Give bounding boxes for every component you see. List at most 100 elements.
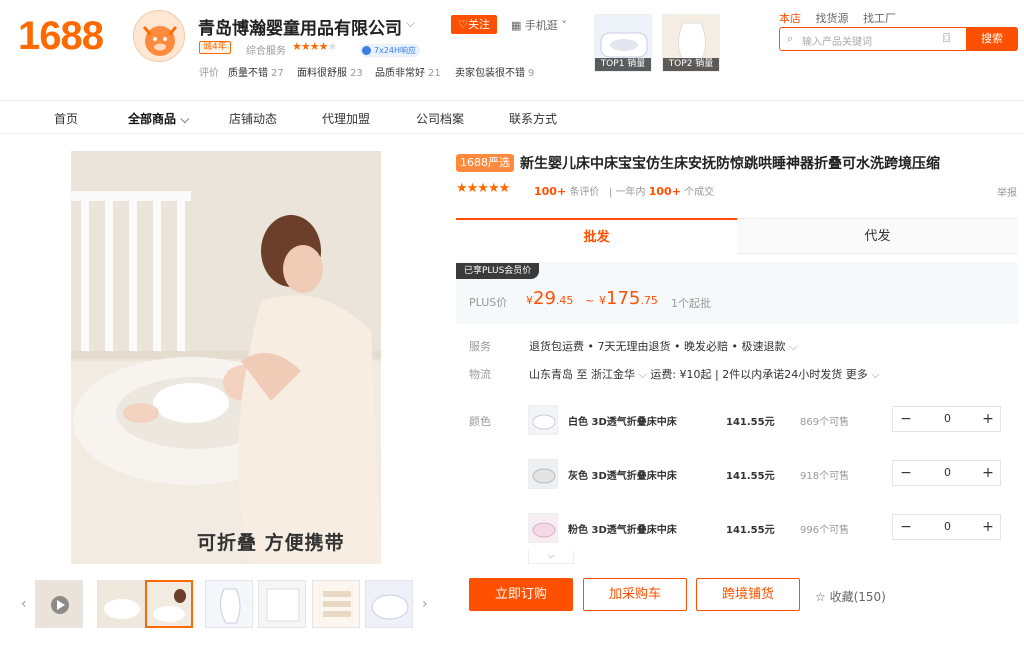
top-product-1[interactable]: TOP1 销量 bbox=[594, 14, 652, 72]
qrcode-icon: ▦ bbox=[511, 19, 522, 32]
review-tag[interactable]: 面料很舒服 23 bbox=[297, 64, 363, 79]
gallery-thumbnail[interactable] bbox=[312, 580, 360, 628]
expand-skus-chevron-icon[interactable]: ⌵ bbox=[528, 550, 574, 564]
review-count[interactable]: 100+ 条评价 bbox=[534, 183, 599, 198]
plus-button[interactable]: + bbox=[975, 407, 1001, 431]
plus-member-tag: 已享PLUS会员价 bbox=[456, 263, 540, 279]
sku-name: 粉色 3D透气折叠床中床 bbox=[568, 525, 677, 536]
search-button[interactable]: 搜索 bbox=[966, 27, 1018, 51]
more-link[interactable]: 更多 bbox=[846, 368, 868, 381]
gallery-thumbnail[interactable] bbox=[205, 580, 253, 628]
chevron-down-icon: ⌵ bbox=[638, 368, 647, 381]
review-tag-label: 品质非常好 bbox=[375, 68, 425, 79]
review-tag-count: 27 bbox=[271, 68, 284, 79]
price-high-dec: .75 bbox=[640, 294, 658, 307]
camera-icon[interactable]: ⌼ bbox=[943, 31, 950, 46]
product-photo bbox=[71, 151, 381, 564]
shop-name[interactable]: 青岛博瀚婴童用品有限公司 bbox=[198, 14, 402, 39]
nav-contact[interactable]: 联系方式 bbox=[509, 110, 557, 127]
chevron-left-icon[interactable]: ‹ bbox=[21, 596, 27, 612]
sku-stock: 918个可售 bbox=[800, 471, 850, 482]
shop-nav: 首页 全部商品 ⌵ 店铺动态 代理加盟 公司档案 联系方式 bbox=[0, 100, 1024, 134]
review-tag[interactable]: 品质非常好 21 bbox=[375, 64, 441, 79]
review-count-suffix: 条评价 bbox=[569, 187, 600, 198]
thumbnail-image bbox=[259, 581, 305, 627]
price-high-int: 175 bbox=[606, 288, 641, 309]
favorite-label: 收藏(150) bbox=[829, 590, 886, 604]
follow-button[interactable]: ♡关注 bbox=[451, 15, 497, 34]
review-tag[interactable]: 质量不错 27 bbox=[228, 64, 284, 79]
site-logo[interactable]: 1688 bbox=[18, 14, 104, 59]
service-row[interactable]: 退货包运费 • 7天无理由退货 • 晚发必赔 • 极速退款 ⌵ bbox=[529, 338, 797, 354]
clock-icon bbox=[362, 46, 371, 55]
sku-image[interactable] bbox=[528, 459, 558, 489]
logistics-route: 山东青岛 至 浙江金华 bbox=[529, 368, 635, 381]
nav-company-profile[interactable]: 公司档案 bbox=[416, 110, 464, 127]
follow-label: 关注 bbox=[467, 18, 490, 31]
link-find-source[interactable]: 找货源 bbox=[816, 12, 849, 25]
thumbnail-image bbox=[313, 581, 359, 627]
nav-shop-news[interactable]: 店铺动态 bbox=[229, 110, 277, 127]
service-label: 综合服务 bbox=[246, 46, 286, 57]
currency-symbol: ¥ bbox=[526, 294, 533, 307]
thumbnail-image bbox=[98, 581, 144, 627]
gallery-thumbnail-selected[interactable] bbox=[145, 580, 193, 628]
tab-dropship[interactable]: 代发 bbox=[737, 218, 1018, 254]
chevron-down-icon: ⌵ bbox=[788, 340, 798, 353]
chevron-right-icon[interactable]: › bbox=[422, 596, 428, 612]
gallery-thumbnail[interactable] bbox=[365, 580, 413, 628]
deal-count-value: 100+ bbox=[648, 185, 681, 198]
gallery-thumbnail[interactable] bbox=[97, 580, 145, 628]
minimum-order: 1个起批 bbox=[671, 297, 711, 310]
gallery-thumbnail[interactable] bbox=[258, 580, 306, 628]
thumbnail-image bbox=[206, 581, 252, 627]
quantity-stepper: − 0 + bbox=[892, 460, 1001, 486]
chevron-down-icon[interactable]: ⌵ bbox=[406, 16, 415, 31]
response-badge-label: 7x24H响应 bbox=[374, 46, 417, 55]
sku-row: 灰色 3D透气折叠床中床 141.55元 918个可售 − 0 + bbox=[528, 454, 1002, 494]
currency-symbol: ¥ bbox=[599, 294, 606, 307]
gallery-thumbnail[interactable] bbox=[35, 580, 83, 628]
review-tag-label: 面料很舒服 bbox=[297, 68, 347, 79]
service-row-label: 服务 bbox=[469, 340, 491, 353]
top-product-2[interactable]: TOP2 销量 bbox=[662, 14, 720, 72]
link-find-factory[interactable]: 找工厂 bbox=[863, 12, 896, 25]
chevron-down-icon: ⌵ bbox=[180, 112, 190, 126]
image-caption: 可折叠 方便携带 bbox=[197, 532, 345, 554]
minus-button[interactable]: − bbox=[893, 461, 919, 485]
minus-button[interactable]: − bbox=[893, 515, 919, 539]
search-input[interactable]: ⌕ 输入产品关键词 ⌼ bbox=[779, 27, 967, 51]
chevron-down-icon: ⌵ bbox=[871, 368, 880, 381]
nav-all-products[interactable]: 全部商品 ⌵ bbox=[128, 110, 189, 127]
logistics-row[interactable]: 山东青岛 至 浙江金华 ⌵ 运费: ¥10起 | 2件以内承诺24小时发货 更多… bbox=[529, 366, 880, 382]
buy-now-button[interactable]: 立即订购 bbox=[469, 578, 573, 611]
sku-image[interactable] bbox=[528, 513, 558, 543]
heart-icon: ♡ bbox=[458, 18, 468, 31]
mobile-link[interactable]: ▦ 手机逛 ˅ bbox=[511, 17, 567, 33]
price-high: ¥175.75 bbox=[599, 288, 658, 309]
nav-home[interactable]: 首页 bbox=[54, 110, 78, 127]
minus-button[interactable]: − bbox=[893, 407, 919, 431]
quantity-input[interactable]: 0 bbox=[919, 515, 976, 539]
add-to-cart-button[interactable]: 加采购车 bbox=[583, 578, 687, 611]
review-tag-count: 21 bbox=[428, 68, 441, 79]
quantity-input[interactable]: 0 bbox=[919, 461, 976, 485]
favorite-button[interactable]: ☆ 收藏(150) bbox=[815, 588, 886, 605]
sku-image[interactable] bbox=[528, 405, 558, 435]
plus-button[interactable]: + bbox=[975, 515, 1001, 539]
report-link[interactable]: 举报 bbox=[997, 184, 1017, 199]
tab-wholesale[interactable]: 批发 bbox=[456, 218, 737, 254]
sku-stock: 869个可售 bbox=[800, 417, 850, 428]
plus-price-label: PLUS价 bbox=[469, 296, 508, 309]
link-this-shop[interactable]: 本店 bbox=[779, 12, 801, 25]
plus-button[interactable]: + bbox=[975, 461, 1001, 485]
years-badge: 诚4年 bbox=[199, 41, 231, 54]
review-tag[interactable]: 卖家包装很不错 9 bbox=[455, 64, 534, 79]
shop-avatar[interactable] bbox=[133, 10, 185, 62]
quantity-input[interactable]: 0 bbox=[919, 407, 976, 431]
search-icon: ⌕ bbox=[787, 32, 794, 45]
crossborder-button[interactable]: 跨境铺货 bbox=[696, 578, 800, 611]
quantity-stepper: − 0 + bbox=[892, 514, 1001, 540]
main-product-image[interactable]: 可折叠 方便携带 bbox=[71, 151, 381, 564]
nav-agency[interactable]: 代理加盟 bbox=[322, 110, 370, 127]
